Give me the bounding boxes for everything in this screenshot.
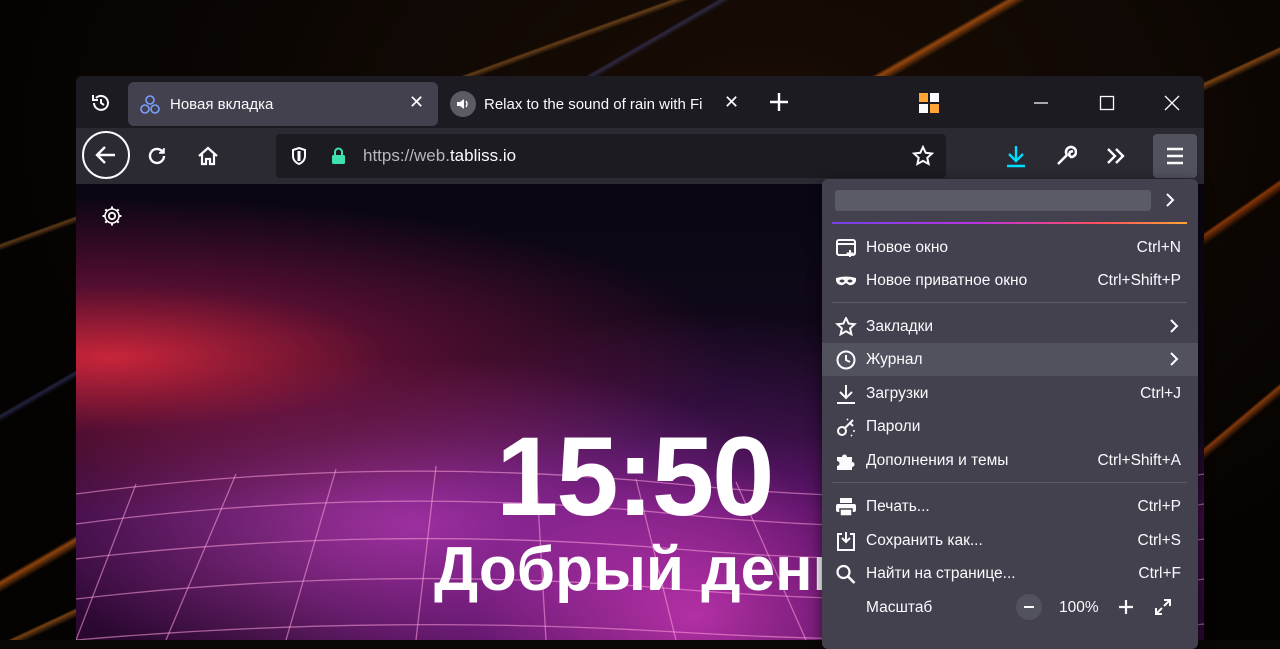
tab-new-tab[interactable]: Новая вкладка ✕ (128, 82, 438, 126)
zoom-label: Масштаб (866, 598, 933, 616)
zoom-out-button[interactable] (1016, 594, 1042, 620)
tab-bar: Новая вкладка ✕ Relax to the sound of ra… (76, 76, 1204, 128)
lock-icon[interactable] (331, 147, 346, 165)
menu-item-label: Журнал (866, 350, 923, 368)
zoom-value[interactable]: 100% (1059, 599, 1099, 617)
save-icon (837, 532, 855, 551)
menu-item-print[interactable]: Печать... Ctrl+P (822, 490, 1198, 523)
key-icon (837, 418, 855, 437)
menu-item-label: Печать... (866, 497, 930, 515)
settings-button[interactable] (100, 204, 124, 233)
menu-item-shortcut: Ctrl+Shift+A (1097, 451, 1181, 469)
menu-item-private-window[interactable]: Новое приватное окно Ctrl+Shift+P (822, 264, 1198, 297)
menu-item-shortcut: Ctrl+N (1136, 238, 1181, 256)
puzzle-icon (837, 454, 855, 470)
home-button[interactable] (193, 141, 223, 171)
overflow-button[interactable] (1101, 141, 1131, 171)
url-domain: tabliss.io (449, 146, 517, 165)
chevron-right-icon (1170, 319, 1179, 333)
url-bar[interactable]: https://web.tabliss.io (276, 134, 946, 178)
menu-item-label: Новое приватное окно (866, 271, 1028, 289)
download-icon (837, 385, 855, 404)
clock-text: 15:50 (496, 414, 774, 539)
zoom-in-button[interactable] (1113, 594, 1139, 620)
back-button[interactable] (82, 131, 130, 179)
tab-youtube[interactable]: Relax to the sound of rain with Fi ✕ (446, 82, 746, 126)
chevron-right-icon (1170, 352, 1179, 366)
menu-item-addons[interactable]: Дополнения и темы Ctrl+Shift+A (822, 444, 1198, 477)
account-bar[interactable] (835, 190, 1151, 211)
greeting-text: Добрый день (434, 535, 851, 604)
close-tab-icon[interactable]: ✕ (724, 92, 739, 113)
double-chevron-icon (1107, 148, 1125, 164)
tabliss-icon (140, 95, 160, 114)
app-menu-panel: Новое окно Ctrl+N Новое приватное окно C… (822, 179, 1198, 649)
menu-item-new-window[interactable]: Новое окно Ctrl+N (822, 231, 1198, 264)
download-icon (1007, 146, 1025, 168)
clock-icon (836, 350, 856, 370)
close-tab-icon[interactable]: ✕ (409, 92, 424, 113)
star-icon (835, 317, 857, 337)
gear-icon (102, 206, 122, 226)
printer-icon (836, 498, 856, 517)
history-icon[interactable] (86, 88, 116, 118)
menu-item-shortcut: Ctrl+P (1137, 497, 1182, 515)
menu-separator (832, 482, 1187, 483)
hamburger-icon (1167, 147, 1183, 165)
container-grid-icon[interactable] (916, 90, 942, 116)
tab-title: Relax to the sound of rain with Fi (484, 95, 703, 113)
url-text[interactable]: https://web.tabliss.io (363, 146, 516, 166)
search-icon (836, 564, 856, 584)
maximize-icon[interactable] (1092, 88, 1122, 118)
menu-separator (832, 302, 1187, 303)
menu-item-bookmarks[interactable]: Закладки (822, 310, 1198, 343)
private-mask-icon (836, 276, 856, 286)
menu-item-label: Сохранить как... (866, 531, 983, 549)
menu-item-label: Пароли (866, 417, 921, 435)
menu-item-passwords[interactable]: Пароли (822, 410, 1198, 443)
home-icon (198, 146, 218, 166)
speaker-icon[interactable] (450, 91, 476, 117)
menu-item-shortcut: Ctrl+S (1137, 531, 1182, 549)
navigation-toolbar: https://web.tabliss.io (76, 128, 1204, 184)
plus-icon (1119, 600, 1133, 614)
reload-button[interactable] (142, 141, 172, 171)
devtools-button[interactable] (1051, 141, 1081, 171)
menu-item-find[interactable]: Найти на странице... Ctrl+F (822, 557, 1198, 590)
menu-item-label: Загрузки (866, 384, 929, 402)
menu-item-history[interactable]: Журнал (822, 343, 1198, 376)
fullscreen-icon (1155, 599, 1171, 615)
minimize-icon[interactable] (1026, 88, 1056, 118)
app-menu-button[interactable] (1153, 134, 1197, 178)
menu-item-shortcut: Ctrl+J (1140, 384, 1181, 402)
url-prefix: https://web. (363, 146, 450, 165)
shield-icon[interactable] (291, 147, 307, 165)
arrow-left-icon (95, 146, 115, 164)
new-tab-icon[interactable] (764, 87, 794, 117)
reload-icon (148, 147, 166, 165)
minus-icon (1024, 606, 1034, 608)
bookmark-star-icon[interactable] (912, 145, 934, 167)
downloads-button[interactable] (1001, 141, 1031, 171)
account-gradient-divider (832, 222, 1187, 224)
close-window-icon[interactable] (1157, 88, 1187, 118)
menu-item-label: Новое окно (866, 238, 949, 256)
menu-item-zoom: Масштаб 100% (822, 591, 1198, 624)
tab-title: Новая вкладка (170, 95, 274, 113)
menu-item-shortcut: Ctrl+Shift+P (1097, 271, 1181, 289)
wrench-icon (1057, 145, 1077, 165)
chevron-right-icon[interactable] (1164, 192, 1176, 208)
menu-item-shortcut: Ctrl+F (1138, 564, 1181, 582)
menu-item-save-as[interactable]: Сохранить как... Ctrl+S (822, 524, 1198, 557)
menu-item-downloads[interactable]: Загрузки Ctrl+J (822, 377, 1198, 410)
menu-item-label: Дополнения и темы (866, 451, 1009, 469)
menu-item-label: Закладки (866, 317, 934, 335)
menu-item-label: Найти на странице... (866, 564, 1016, 582)
fullscreen-button[interactable] (1150, 594, 1176, 620)
new-window-icon (836, 239, 856, 257)
